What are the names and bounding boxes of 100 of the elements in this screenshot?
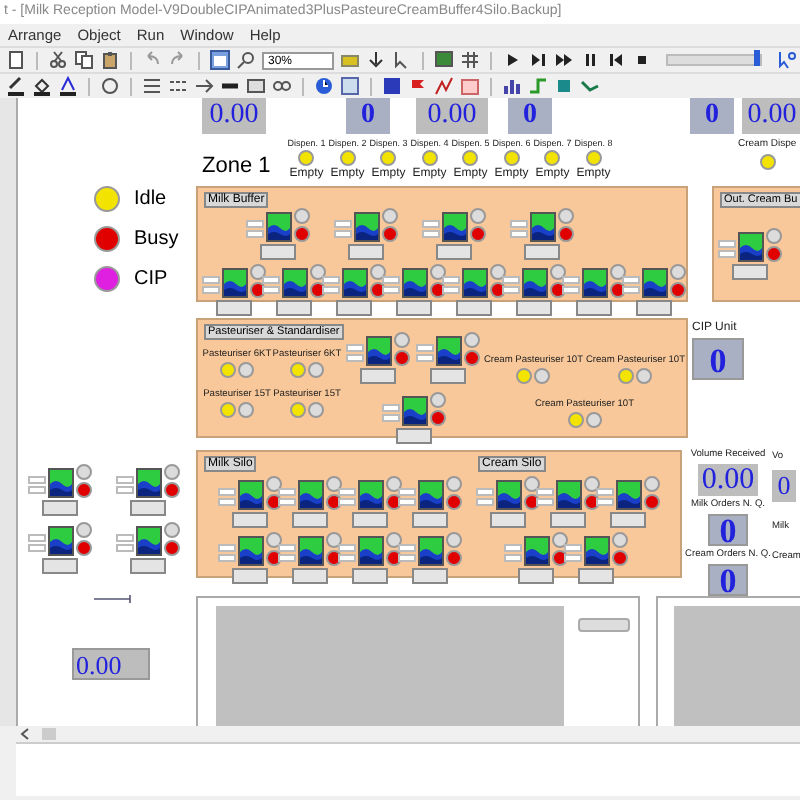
speed-slider[interactable] (666, 54, 762, 66)
queue-bars (27, 534, 45, 556)
indicator-light (238, 362, 254, 378)
queue-bars (321, 276, 339, 298)
indicator-light (238, 402, 254, 418)
stop-icon[interactable] (632, 50, 652, 70)
queue-bars (201, 276, 219, 298)
queue-bars (535, 488, 553, 510)
slider-thumb[interactable] (753, 50, 760, 66)
tank-icon (221, 268, 247, 298)
clock-icon[interactable] (314, 76, 334, 96)
window-icon[interactable] (210, 50, 230, 70)
tank-icon (583, 536, 609, 566)
label-plate (455, 300, 491, 316)
line-color-icon[interactable] (6, 76, 26, 96)
tank-icon (135, 526, 161, 556)
magnifier-icon[interactable] (236, 50, 256, 70)
queue-counter: 0 (346, 98, 390, 134)
indicator-light (551, 532, 567, 548)
queue-counter: 0 (508, 98, 552, 134)
label-plate (291, 568, 327, 584)
indicator-light (464, 332, 481, 348)
go-to-start-icon[interactable] (606, 50, 626, 70)
indicator-light (669, 264, 685, 280)
queue-bars (561, 276, 579, 298)
fill-color-icon[interactable] (32, 76, 52, 96)
indicator-light (325, 532, 341, 548)
fast-forward-icon[interactable] (554, 50, 574, 70)
scissors-icon[interactable] (48, 50, 68, 70)
indicator-light (765, 228, 781, 244)
help-pointer-icon[interactable] (776, 50, 796, 70)
label-plate (291, 512, 327, 528)
label-plate (395, 428, 432, 444)
queue-bars (217, 544, 235, 566)
queue-bars (337, 488, 355, 510)
link-icon[interactable] (272, 76, 292, 96)
scrollbar-thumb[interactable] (42, 728, 56, 740)
tank-icon (366, 336, 393, 366)
plot-icon[interactable] (434, 76, 454, 96)
down-arrow-icon[interactable] (366, 50, 386, 70)
queue-bars (27, 476, 45, 498)
grid-icon[interactable] (460, 50, 480, 70)
bar-chart-icon[interactable] (502, 76, 522, 96)
indicator-light (489, 264, 505, 280)
queue-bars (245, 220, 263, 242)
indicator-light (585, 412, 602, 428)
text-color-icon[interactable] (58, 76, 78, 96)
label-plate (575, 300, 611, 316)
indicator-light (394, 332, 411, 348)
value-display: 0.00 (202, 98, 266, 134)
indicator-light (385, 476, 401, 492)
queue-bars (421, 220, 439, 242)
label-plate (347, 244, 383, 260)
label-plate (259, 244, 295, 260)
tank-icon (237, 480, 263, 510)
label-plate (609, 512, 645, 528)
label-plate (517, 568, 553, 584)
queue-bars (346, 344, 365, 366)
label-plate (129, 558, 165, 574)
indicator-light (643, 476, 659, 492)
label-plate (351, 568, 387, 584)
queue-bars (381, 276, 399, 298)
queue-counter: 0 (692, 338, 744, 380)
indicator-light (636, 368, 653, 384)
label-plate (335, 300, 371, 316)
queue-bars (563, 544, 581, 566)
shape-icon[interactable] (100, 76, 120, 96)
indicator-light (249, 264, 265, 280)
queue-bars (277, 544, 295, 566)
queue-bars (381, 404, 400, 426)
label-plate (275, 300, 311, 316)
tank-icon (237, 536, 263, 566)
indicator-light (265, 476, 281, 492)
arrow-line (94, 594, 134, 604)
indicator-light (163, 464, 179, 480)
tank-icon (401, 396, 428, 426)
scroll-left-icon[interactable] (20, 728, 30, 740)
arrow-style-icon[interactable] (194, 76, 214, 96)
step-icon[interactable] (528, 50, 548, 70)
document-icon[interactable] (6, 50, 26, 70)
legend-label: Busy (134, 228, 179, 250)
tank-icon (529, 212, 555, 242)
copy-icon[interactable] (74, 50, 94, 70)
label-plate (411, 512, 447, 528)
queue-counter: 0 (708, 514, 748, 546)
tank-icon (555, 480, 581, 510)
label-plate (360, 368, 397, 384)
label-plate (395, 300, 431, 316)
indicator-light (469, 208, 485, 224)
path-icon[interactable] (580, 76, 600, 96)
play-icon[interactable] (502, 50, 522, 70)
line-width-icon[interactable] (142, 76, 162, 96)
clipboard-icon[interactable] (100, 50, 120, 70)
indicator-light (265, 532, 281, 548)
tank-icon (401, 268, 427, 298)
tank-icon (737, 232, 763, 262)
tank-icon (441, 212, 467, 242)
line-style-icon[interactable] (168, 76, 188, 96)
tank-icon (523, 536, 549, 566)
pause-icon[interactable] (580, 50, 600, 70)
